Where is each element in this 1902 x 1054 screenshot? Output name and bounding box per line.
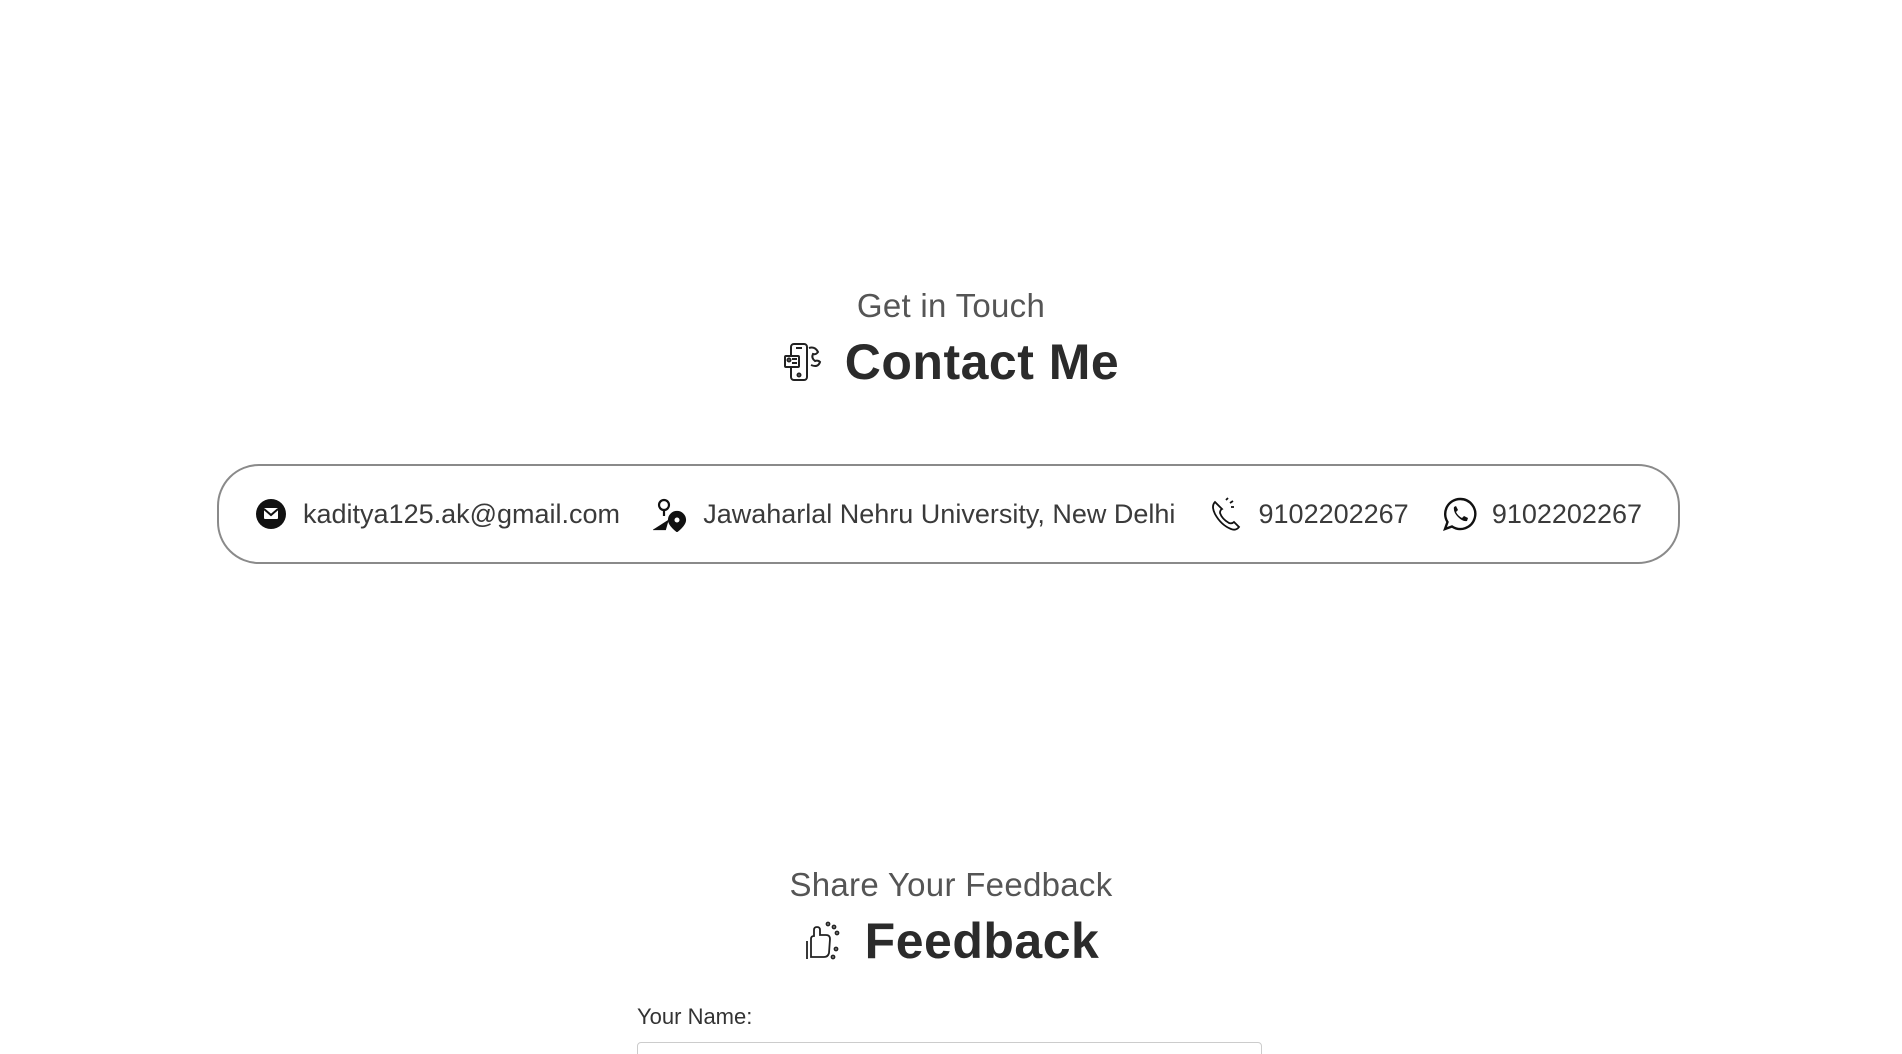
feedback-title: Feedback <box>864 913 1100 969</box>
whatsapp-text: 9102202267 <box>1491 498 1642 529</box>
contact-title-row: Contact Me <box>0 333 1902 391</box>
email-icon <box>253 496 289 532</box>
feedback-subtitle: Share Your Feedback <box>789 866 1113 903</box>
contact-subtitle: Get in Touch <box>856 287 1046 324</box>
location-text: Jawaharlal Nehru University, New Delhi <box>703 498 1176 529</box>
contact-location[interactable]: Jawaharlal Nehru University, New Delhi <box>652 496 1176 533</box>
contact-whatsapp[interactable]: 9102202267 <box>1442 496 1642 532</box>
contact-info-bar: kaditya125.ak@gmail.com Jawaharlal Nehru… <box>217 464 1680 564</box>
name-label: Your Name: <box>637 1004 753 1029</box>
whatsapp-icon <box>1442 496 1478 532</box>
phone-text: 9102202267 <box>1258 498 1409 529</box>
phone-contact-icon <box>783 340 823 384</box>
contact-title: Contact Me <box>844 334 1120 390</box>
contact-phone[interactable]: 9102202267 <box>1209 496 1409 532</box>
phone-icon <box>1209 496 1245 532</box>
feedback-hand-icon <box>803 919 843 963</box>
contact-header: Get in Touch Contact Me <box>0 287 1902 391</box>
contact-email[interactable]: kaditya125.ak@gmail.com <box>253 496 620 532</box>
location-icon <box>652 496 689 533</box>
feedback-title-row: Feedback <box>0 912 1902 970</box>
feedback-header: Share Your Feedback Feedback <box>0 866 1902 970</box>
email-text: kaditya125.ak@gmail.com <box>303 498 621 529</box>
page: Get in Touch Contact Me kaditya125.ak@gm… <box>0 0 1902 1054</box>
name-input[interactable] <box>637 1042 1262 1054</box>
